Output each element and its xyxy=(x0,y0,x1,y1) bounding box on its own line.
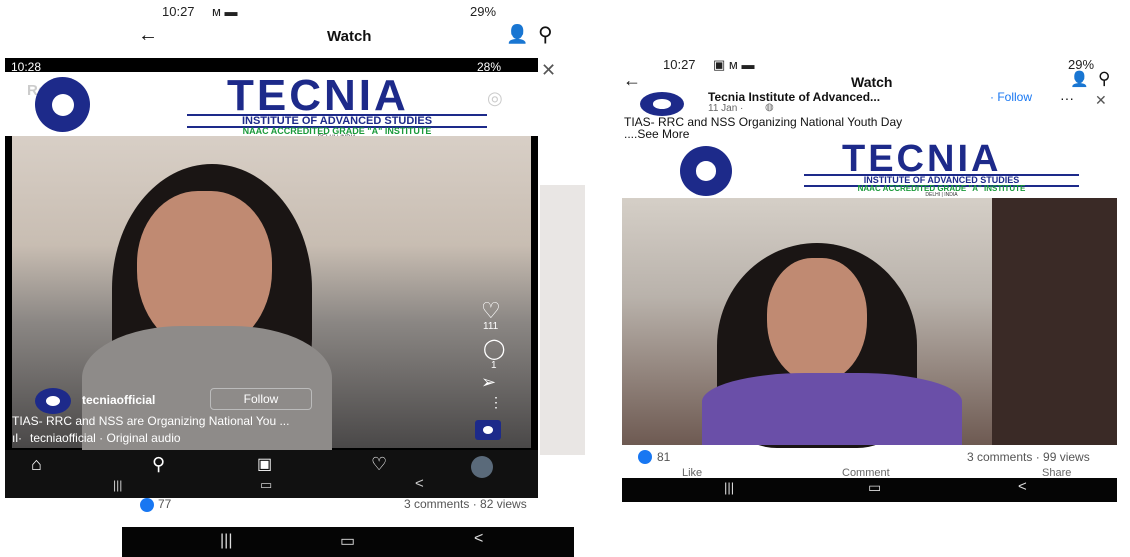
right-system-nav-bar: ||| ▭ < xyxy=(622,478,1117,502)
reels-screen: 10:28 28% Reels TECNIA INSTITUTE OF ADVA… xyxy=(5,58,538,498)
like-button[interactable]: Like xyxy=(682,467,702,478)
right-page-title: Watch xyxy=(851,74,893,90)
reel-comment-count: 1 xyxy=(491,360,497,371)
right-status-time: 10:27 xyxy=(663,57,696,72)
profile-icon[interactable]: 👤 xyxy=(506,24,528,45)
account-avatar[interactable] xyxy=(35,388,71,414)
reels-back-icon[interactable]: < xyxy=(415,475,424,492)
status-time: 10:27 xyxy=(162,4,195,19)
right-home-icon[interactable]: ▭ xyxy=(868,479,881,496)
right-status-app-icons: ▣ ᴍ ▬ xyxy=(713,57,755,72)
post-action-bar: Like Comment Share xyxy=(622,466,1117,478)
post-logo-tecnia: TECNIA xyxy=(842,138,1002,180)
reels-tab-bar: ⌂ ⚲ ▣ ♡ ||| ▭ < xyxy=(5,450,538,498)
camera-icon[interactable]: ◎ xyxy=(487,88,503,109)
home-tab-icon[interactable]: ⌂ xyxy=(31,454,42,475)
post-video[interactable] xyxy=(622,198,1117,448)
share-icon[interactable]: ➢ xyxy=(481,372,496,393)
reels-tab-icon[interactable]: ▣ xyxy=(257,454,272,474)
post-more-icon[interactable]: ··· xyxy=(1060,90,1074,106)
reel-like-count: 111 xyxy=(483,321,499,332)
search-tab-icon[interactable]: ⚲ xyxy=(152,454,165,475)
post-like-reaction-icon xyxy=(638,450,652,464)
status-battery: 29% xyxy=(470,4,497,19)
status-app-icons: ᴍ ▬ xyxy=(212,4,238,19)
more-options-icon[interactable]: ⋮ xyxy=(489,394,503,411)
post-tecnia-emblem-icon xyxy=(680,146,732,196)
logo-tecnia: TECNIA xyxy=(227,71,409,120)
post-subject-hoodie xyxy=(702,373,962,445)
reels-recent-apps-icon[interactable]: ||| xyxy=(113,478,122,492)
right-back-nav-icon[interactable]: < xyxy=(1018,478,1027,495)
close-icon[interactable]: ✕ xyxy=(541,60,556,81)
comment-button[interactable]: Comment xyxy=(842,467,890,478)
post-comments-views: 3 comments · 99 views xyxy=(967,450,1090,464)
like-reaction-icon xyxy=(140,498,154,512)
see-more-link[interactable]: ....See More xyxy=(624,127,689,141)
activity-tab-icon[interactable]: ♡ xyxy=(371,454,387,475)
account-name[interactable]: tecniaofficial xyxy=(82,393,155,407)
right-recent-apps-icon[interactable]: ||| xyxy=(724,480,734,495)
tecnia-logo-banner: Reels TECNIA INSTITUTE OF ADVANCED STUDI… xyxy=(5,71,538,141)
page-title: Watch xyxy=(327,28,372,45)
globe-icon: ◍ xyxy=(765,102,774,113)
tecnia-emblem-icon xyxy=(35,77,90,132)
audio-thumbnail[interactable] xyxy=(475,420,501,440)
back-arrow-icon[interactable]: ← xyxy=(138,24,158,47)
share-button[interactable]: Share xyxy=(1042,467,1071,478)
search-icon[interactable]: ⚲ xyxy=(538,22,553,47)
audio-wave-icon: ıl· xyxy=(12,431,22,445)
follow-button[interactable]: Follow xyxy=(210,388,312,410)
post-page-name[interactable]: Tecnia Institute of Advanced... xyxy=(708,90,880,104)
comment-icon[interactable]: ◯ xyxy=(483,336,505,361)
page-avatar[interactable] xyxy=(640,92,684,116)
back-nav-icon[interactable]: < xyxy=(474,530,483,548)
reel-audio[interactable]: tecniaofficial · Original audio xyxy=(30,431,181,445)
like-count: 77 xyxy=(158,497,172,511)
post-subject-face xyxy=(767,258,867,383)
right-search-icon[interactable]: ⚲ xyxy=(1098,69,1110,89)
post-date: 11 Jan · xyxy=(708,103,744,114)
reel-caption[interactable]: TIAS- RRC and NSS are Organizing Nationa… xyxy=(12,414,289,428)
post-close-icon[interactable]: ✕ xyxy=(1095,92,1107,109)
background-video-edge xyxy=(540,185,585,455)
profile-tab-avatar[interactable] xyxy=(471,456,493,478)
recent-apps-icon[interactable]: ||| xyxy=(220,532,232,550)
post-follow-link[interactable]: · Follow xyxy=(990,90,1032,104)
comments-views: 3 comments · 82 views xyxy=(404,497,527,511)
home-icon[interactable]: ▭ xyxy=(340,531,355,551)
post-logo-banner: TECNIA INSTITUTE OF ADVANCED STUDIES NAA… xyxy=(622,140,1117,198)
video-door xyxy=(992,198,1117,445)
right-back-arrow-icon[interactable]: ← xyxy=(623,70,641,91)
system-nav-bar: ||| ▭ < xyxy=(122,527,574,557)
reels-home-icon[interactable]: ▭ xyxy=(260,477,272,493)
right-profile-icon[interactable]: 👤 xyxy=(1070,70,1089,88)
post-like-count: 81 xyxy=(657,450,671,464)
